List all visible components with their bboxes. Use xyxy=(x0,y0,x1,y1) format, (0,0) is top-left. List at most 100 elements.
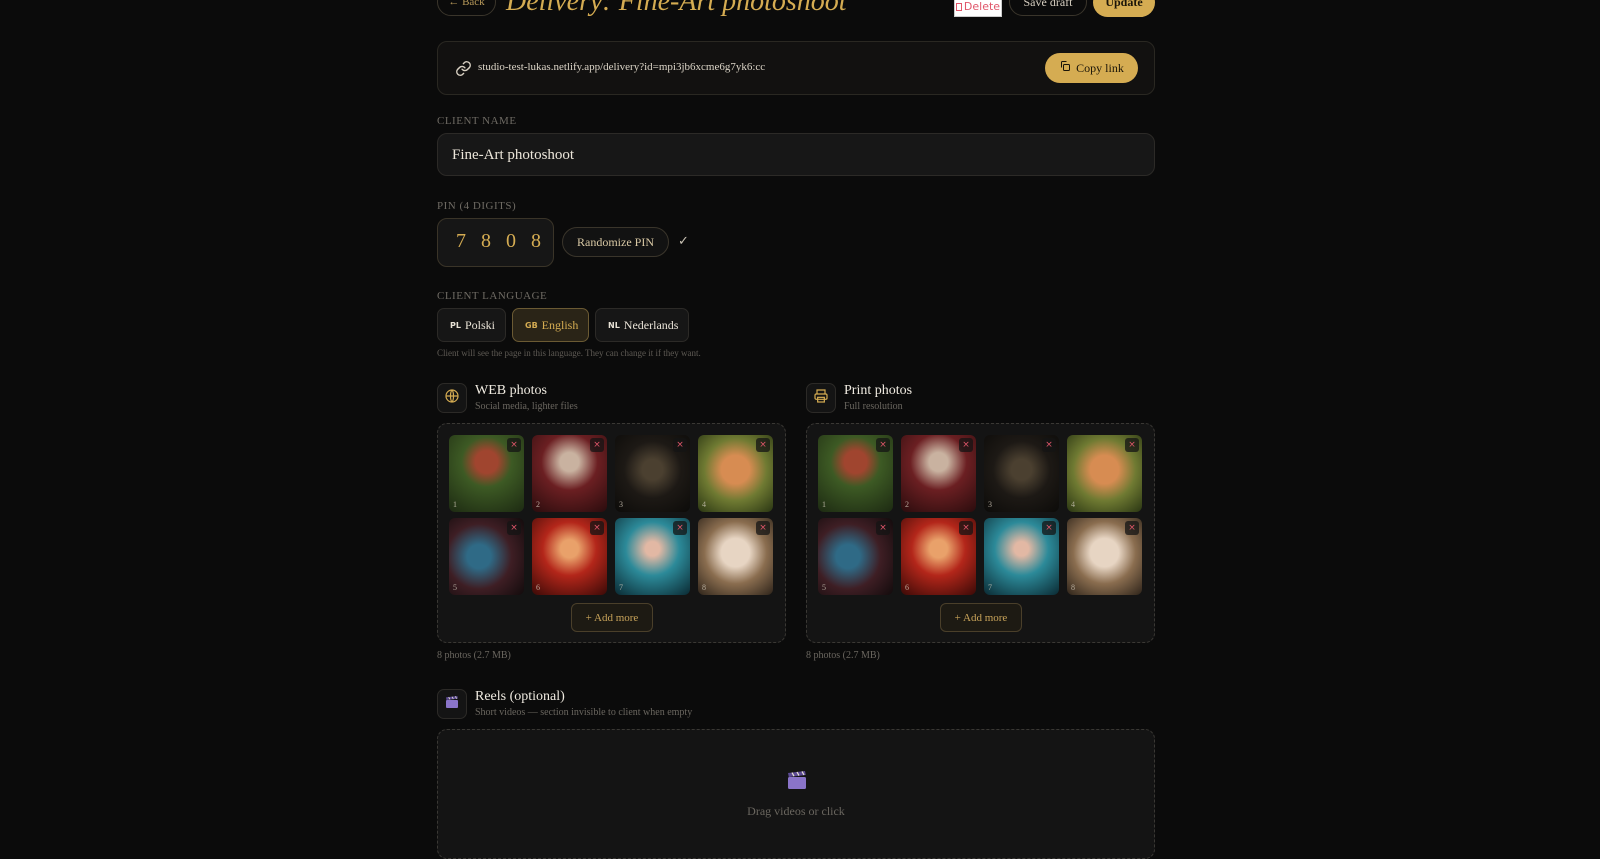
photo-index: 5 xyxy=(453,583,457,592)
reels-section-icon xyxy=(437,689,467,719)
randomize-pin-button[interactable]: Randomize PIN xyxy=(562,227,669,257)
web-photos-grid[interactable]: × 1 × 2 × 3 × 4 × 5 × 6 × 7 × 8 + Add more xyxy=(437,423,786,643)
delete-label: Delete xyxy=(963,0,1001,13)
language-option-english[interactable]: GB English xyxy=(512,308,589,342)
photo-index: 8 xyxy=(1071,583,1075,592)
copy-link-label: Copy link xyxy=(1076,60,1124,75)
photo-index: 6 xyxy=(536,583,540,592)
web-photos-count: 8 photos (2.7 MB) xyxy=(437,650,511,661)
photo-index: 4 xyxy=(1071,500,1075,509)
web-photos-title: WEB photos xyxy=(475,383,547,398)
print-photo-thumbnail[interactable]: × 6 xyxy=(901,518,976,595)
photo-index: 2 xyxy=(905,500,909,509)
web-photo-thumbnail[interactable]: × 1 xyxy=(449,435,524,512)
photo-index: 6 xyxy=(905,583,909,592)
photo-index: 7 xyxy=(619,583,623,592)
web-photo-thumbnail[interactable]: × 5 xyxy=(449,518,524,595)
copy-icon xyxy=(1059,60,1071,76)
pin-input[interactable]: 7 8 0 8 xyxy=(437,218,554,267)
remove-photo-icon[interactable]: × xyxy=(507,438,521,452)
remove-photo-icon[interactable]: × xyxy=(590,521,604,535)
language-option-label: Nederlands xyxy=(623,317,679,332)
web-add-more-button[interactable]: + Add more xyxy=(571,603,653,632)
remove-photo-icon[interactable]: × xyxy=(756,438,770,452)
remove-photo-icon[interactable]: × xyxy=(959,438,973,452)
delete-button[interactable]: Delete xyxy=(954,0,1002,17)
photo-index: 2 xyxy=(536,500,540,509)
photo-index: 1 xyxy=(453,500,457,509)
print-photo-thumbnail[interactable]: × 8 xyxy=(1067,518,1142,595)
print-photo-thumbnail[interactable]: × 4 xyxy=(1067,435,1142,512)
print-photos-section-icon xyxy=(806,383,836,413)
remove-photo-icon[interactable]: × xyxy=(507,521,521,535)
reels-dropzone[interactable]: Drag videos or click xyxy=(437,729,1155,859)
language-option-label: Polski xyxy=(464,317,495,332)
web-photos-subtitle: Social media, lighter files xyxy=(475,401,578,412)
update-label: Update xyxy=(1105,0,1143,9)
flag-gb-icon: GB xyxy=(525,320,538,330)
remove-photo-icon[interactable]: × xyxy=(1125,521,1139,535)
clapper-board-icon xyxy=(444,694,460,715)
print-photos-count: 8 photos (2.7 MB) xyxy=(806,650,880,661)
remove-photo-icon[interactable]: × xyxy=(673,438,687,452)
print-photos-title: Print photos xyxy=(844,383,913,398)
remove-photo-icon[interactable]: × xyxy=(876,521,890,535)
remove-photo-icon[interactable]: × xyxy=(590,438,604,452)
photo-index: 5 xyxy=(822,583,826,592)
add-more-label: + Add more xyxy=(954,611,1008,624)
flag-nl-icon: NL xyxy=(608,320,620,330)
flag-pl-icon: PL xyxy=(450,320,461,330)
photo-index: 1 xyxy=(822,500,826,509)
back-button[interactable]: ← Back xyxy=(437,0,496,16)
print-photo-thumbnail[interactable]: × 7 xyxy=(984,518,1059,595)
save-draft-label: Save draft xyxy=(1023,0,1073,9)
language-option-nederlands[interactable]: NL Nederlands xyxy=(595,308,689,342)
update-button[interactable]: Update xyxy=(1093,0,1155,17)
client-name-field[interactable]: Fine-Art photoshoot xyxy=(437,133,1155,176)
web-photo-thumbnail[interactable]: × 8 xyxy=(698,518,773,595)
remove-photo-icon[interactable]: × xyxy=(756,521,770,535)
print-photo-thumbnail[interactable]: × 3 xyxy=(984,435,1059,512)
web-photo-thumbnail[interactable]: × 7 xyxy=(615,518,690,595)
trash-icon xyxy=(955,2,962,11)
delivery-url[interactable]: studio-test-lukas.netlify.app/delivery?i… xyxy=(478,61,765,73)
remove-photo-icon[interactable]: × xyxy=(1042,521,1056,535)
clapper-board-icon xyxy=(785,768,809,797)
link-icon xyxy=(455,60,472,82)
web-photo-thumbnail[interactable]: × 4 xyxy=(698,435,773,512)
remove-photo-icon[interactable]: × xyxy=(673,521,687,535)
web-photo-thumbnail[interactable]: × 6 xyxy=(532,518,607,595)
web-photo-thumbnail[interactable]: × 2 xyxy=(532,435,607,512)
photo-index: 3 xyxy=(988,500,992,509)
back-label: ← Back xyxy=(448,0,485,8)
language-hint: Client will see the page in this languag… xyxy=(437,348,701,358)
remove-photo-icon[interactable]: × xyxy=(1042,438,1056,452)
print-photos-subtitle: Full resolution xyxy=(844,401,903,412)
print-add-more-button[interactable]: + Add more xyxy=(940,603,1022,632)
pin-value: 7 8 0 8 xyxy=(456,230,546,252)
client-name-value: Fine-Art photoshoot xyxy=(452,147,575,163)
add-more-label: + Add more xyxy=(585,611,639,624)
remove-photo-icon[interactable]: × xyxy=(959,521,973,535)
remove-photo-icon[interactable]: × xyxy=(876,438,890,452)
reels-title: Reels (optional) xyxy=(475,689,565,704)
photo-index: 7 xyxy=(988,583,992,592)
pin-valid-check-icon: ✓ xyxy=(678,234,689,249)
printer-icon xyxy=(813,388,829,409)
print-photo-thumbnail[interactable]: × 2 xyxy=(901,435,976,512)
reels-subtitle: Short videos — section invisible to clie… xyxy=(475,707,693,718)
delivery-link-box: studio-test-lukas.netlify.app/delivery?i… xyxy=(437,41,1155,95)
print-photo-thumbnail[interactable]: × 5 xyxy=(818,518,893,595)
photo-index: 8 xyxy=(702,583,706,592)
remove-photo-icon[interactable]: × xyxy=(1125,438,1139,452)
client-language-label: CLIENT LANGUAGE xyxy=(437,290,548,302)
copy-link-button[interactable]: Copy link xyxy=(1045,53,1138,83)
language-option-polski[interactable]: PL Polski xyxy=(437,308,506,342)
reels-drop-label: Drag videos or click xyxy=(747,804,845,818)
randomize-pin-label: Randomize PIN xyxy=(577,234,654,249)
photo-index: 4 xyxy=(702,500,706,509)
save-draft-button[interactable]: Save draft xyxy=(1009,0,1087,16)
print-photo-thumbnail[interactable]: × 1 xyxy=(818,435,893,512)
print-photos-grid[interactable]: × 1 × 2 × 3 × 4 × 5 × 6 × 7 × 8 + Add more xyxy=(806,423,1155,643)
web-photo-thumbnail[interactable]: × 3 xyxy=(615,435,690,512)
